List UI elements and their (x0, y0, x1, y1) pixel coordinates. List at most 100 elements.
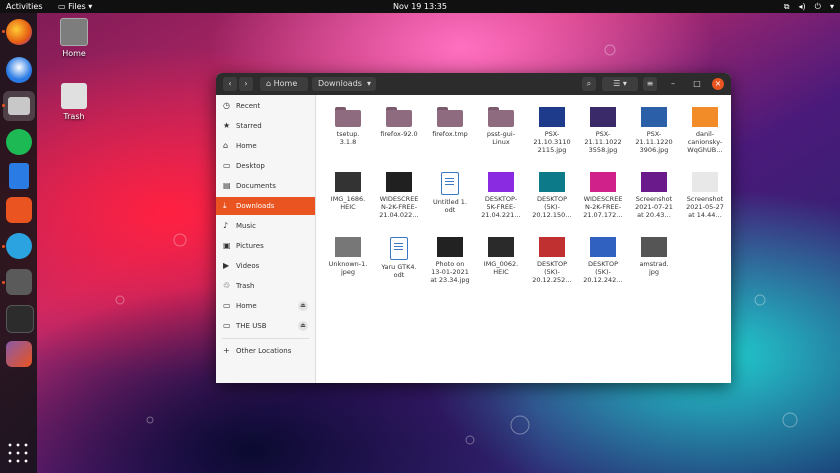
image-thumbnail (590, 107, 616, 127)
file-name: firefox-92.0 (380, 130, 418, 138)
file-item[interactable]: WIDESCREE N-2K-FREE- 21.07.172… (577, 172, 629, 219)
documents-icon: ▤ (223, 181, 231, 190)
desktop-icon-trash[interactable]: Trash (52, 83, 96, 121)
firefox-icon[interactable] (6, 19, 32, 45)
sidebar-item-home[interactable]: ⌂ Home (216, 137, 315, 155)
image-thumbnail (641, 172, 667, 192)
file-item[interactable]: Screenshot 2021-07-21 at 20.43… (628, 172, 680, 219)
sidebar-item-starred[interactable]: ★ Starred (216, 117, 315, 135)
image-thumbnail (641, 107, 667, 127)
file-name: DESKTOP (5K)- 20.12.252… (532, 260, 572, 284)
desktop-icon-home[interactable]: Home (52, 18, 96, 58)
file-item[interactable]: DESKTOP (5K)- 20.12.242… (577, 237, 629, 284)
sidebar-item-label: Starred (236, 122, 262, 130)
search-button[interactable]: ⌕ (582, 77, 596, 91)
libreoffice-writer-icon[interactable] (9, 163, 29, 189)
back-button[interactable]: ‹ (223, 77, 237, 91)
sidebar-item-other-locations[interactable]: + Other Locations (216, 342, 315, 360)
file-item[interactable]: WIDESCREE N-2K-FREE- 21.04.022… (373, 172, 425, 219)
file-item[interactable]: PSX- 21.11.1220 3906.jpg (628, 107, 680, 154)
eject-button[interactable]: ⏏ (298, 321, 308, 331)
activities-button[interactable]: Activities (6, 0, 43, 13)
file-item[interactable]: danil- canionsky- WqGhUB… (679, 107, 731, 154)
file-item[interactable]: DESKTOP (5K)- 20.12.252… (526, 237, 578, 284)
sidebar-item-pictures[interactable]: ▣ Pictures (216, 237, 315, 255)
document-icon (390, 237, 408, 260)
image-thumbnail (590, 237, 616, 257)
power-icon: ⏻ (814, 2, 821, 11)
software-center-icon[interactable] (6, 197, 32, 223)
file-item[interactable]: PSX- 21.10.3110 2115.jpg (526, 107, 578, 154)
file-item[interactable]: IMG_0062. HEIC (475, 237, 527, 276)
eject-button[interactable]: ⏏ (298, 301, 308, 311)
file-name: DESKTOP- 5K-FREE- 21.04.221… (481, 195, 521, 219)
folder-item[interactable]: psst-gui- Linux (475, 107, 527, 146)
maximize-button[interactable]: □ (690, 77, 704, 91)
file-name: Unknown-1. jpeg (328, 260, 368, 276)
sidebar-item-documents[interactable]: ▤ Documents (216, 177, 315, 195)
file-item[interactable]: Photo on 13-01-2021 at 23.34.jpg (424, 237, 476, 284)
folder-item[interactable]: firefox.tmp (424, 107, 476, 138)
folder-icon (386, 107, 412, 127)
sidebar-item-videos[interactable]: ▶ Videos (216, 257, 315, 275)
running-indicator (2, 245, 5, 248)
folder-icon (437, 107, 463, 127)
file-name: Photo on 13-01-2021 at 23.34.jpg (430, 260, 470, 284)
download-icon: ⤓ (223, 201, 227, 210)
image-thumbnail (539, 237, 565, 257)
sidebar-item-label: THE USB (236, 322, 267, 330)
thunderbird-icon[interactable] (6, 57, 32, 83)
folder-item[interactable]: tsetup. 3.1.8 (322, 107, 374, 146)
image-thumbnail (335, 237, 361, 257)
view-options-button[interactable]: ☰ ▾ (602, 77, 638, 91)
file-name: IMG_1686. HEIC (330, 195, 366, 211)
app-menu[interactable]: ▭ Files ▾ (58, 0, 92, 13)
file-name: psst-gui- Linux (486, 130, 516, 146)
menu-button[interactable]: ≡ (643, 77, 657, 91)
breadcrumb-home[interactable]: ⌂ Home (260, 77, 308, 91)
plus-icon: + (223, 346, 230, 355)
file-item[interactable]: IMG_1686. HEIC (322, 172, 374, 211)
forward-button[interactable]: › (239, 77, 253, 91)
sidebar-item-music[interactable]: ♪ Music (216, 217, 315, 235)
folder-item[interactable]: firefox-92.0 (373, 107, 425, 138)
sidebar-item-the-usb[interactable]: ▭ THE USB ⏏ (216, 317, 315, 335)
sidebar-item-recent[interactable]: ◷ Recent (216, 97, 315, 115)
sidebar-item-trash[interactable]: ♲ Trash (216, 277, 315, 295)
terminal-icon[interactable] (6, 305, 34, 333)
file-name: PSX- 21.11.1022 3558.jpg (584, 130, 622, 154)
extensions-icon[interactable] (6, 269, 32, 295)
list-view-icon: ☰ ▾ (613, 79, 627, 88)
system-tray[interactable]: ⧉ ◂) ⏻ ▾ (784, 0, 834, 13)
file-item[interactable]: Untitled 1. odt (424, 172, 476, 214)
sidebar-item-home[interactable]: ▭ Home ⏏ (216, 297, 315, 315)
dock (0, 13, 37, 473)
close-button[interactable]: × (712, 78, 724, 90)
file-name: WIDESCREE N-2K-FREE- 21.07.172… (583, 195, 623, 219)
file-name: Yaru GTK4. odt (381, 263, 417, 279)
breadcrumb-downloads[interactable]: Downloads ▾ (312, 77, 376, 91)
files-icon-highlight[interactable] (3, 91, 35, 121)
sidebar-item-label: Pictures (236, 242, 264, 250)
clock[interactable]: Nov 19 13:35 (0, 0, 840, 13)
app-grid-icon[interactable] (6, 441, 32, 467)
file-item[interactable]: DESKTOP (5K)- 20.12.150… (526, 172, 578, 219)
running-indicator (2, 281, 5, 284)
file-name: IMG_0062. HEIC (483, 260, 519, 276)
file-name: tsetup. 3.1.8 (336, 130, 360, 146)
file-name: PSX- 21.11.1220 3906.jpg (635, 130, 673, 154)
file-item[interactable]: amstrad. jpg (628, 237, 680, 276)
file-item[interactable]: Unknown-1. jpeg (322, 237, 374, 276)
file-name: Screenshot 2021-07-21 at 20.43… (635, 195, 673, 219)
file-item[interactable]: Yaru GTK4. odt (373, 237, 425, 279)
file-item[interactable]: PSX- 21.11.1022 3558.jpg (577, 107, 629, 154)
settings-icon[interactable] (6, 341, 32, 367)
spotify-icon[interactable] (6, 129, 32, 155)
minimize-button[interactable]: – (666, 77, 680, 91)
sidebar-item-downloads[interactable]: ⤓ Downloads (216, 197, 315, 215)
file-item[interactable]: Screenshot 2021-05-27 at 14.44… (679, 172, 731, 219)
telegram-icon[interactable] (6, 233, 32, 259)
sidebar-item-desktop[interactable]: ▭ Desktop (216, 157, 315, 175)
image-thumbnail (539, 107, 565, 127)
file-item[interactable]: DESKTOP- 5K-FREE- 21.04.221… (475, 172, 527, 219)
